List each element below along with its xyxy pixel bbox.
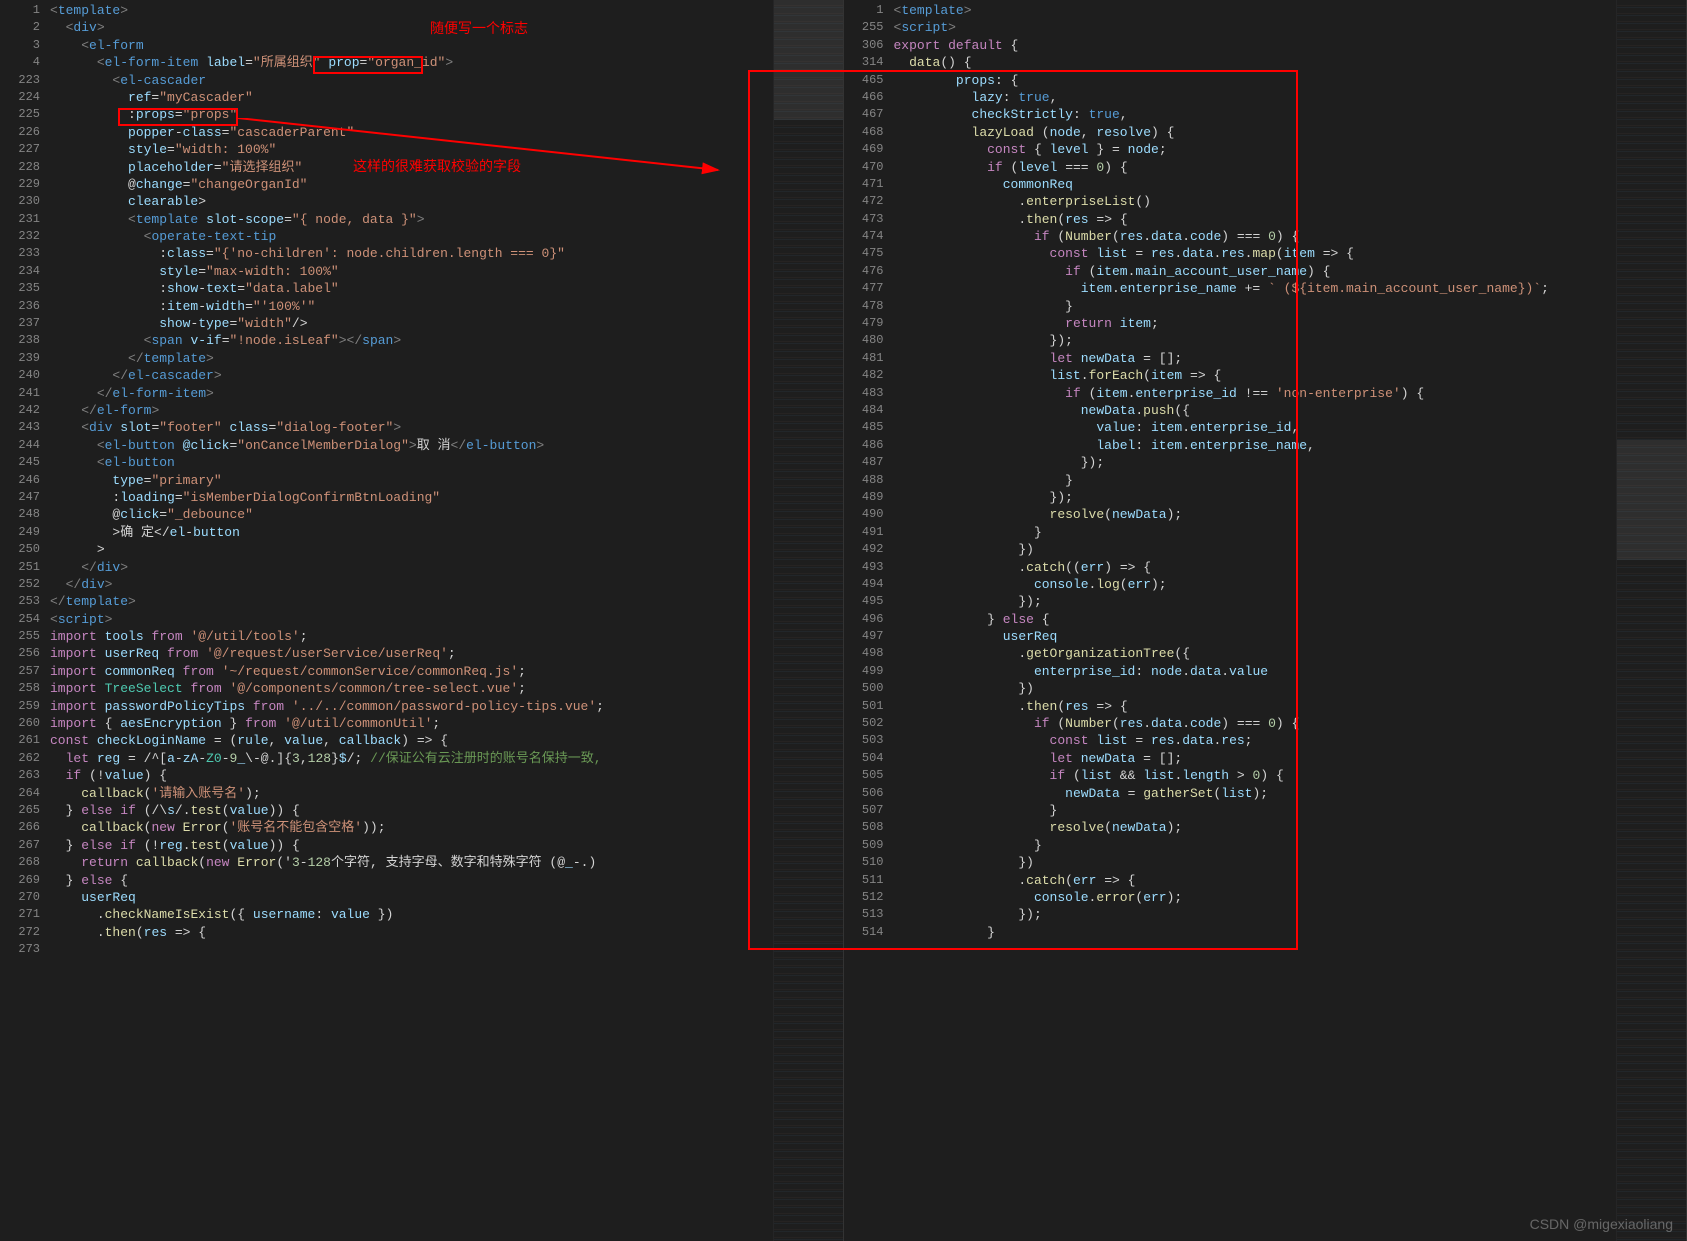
right-code: <template><script>export default { data(… [894,0,1617,941]
left-code: <template> <div> <el-form <el-form-item … [50,0,773,941]
left-minimap[interactable] [773,0,843,1241]
minimap-slider[interactable] [1617,440,1686,560]
right-editor-pane: 1255306314465466467468469470471472473474… [844,0,1687,1241]
left-gutter: 1234223224225226227228229230231232233234… [0,0,50,1241]
minimap-content [774,0,843,1241]
left-editor[interactable]: <template> <div> <el-form <el-form-item … [50,0,773,1241]
right-gutter: 1255306314465466467468469470471472473474… [844,0,894,1241]
right-minimap[interactable] [1616,0,1686,1241]
right-editor[interactable]: <template><script>export default { data(… [894,0,1617,1241]
minimap-slider[interactable] [774,0,843,120]
minimap-content [1617,0,1686,1241]
left-editor-pane: 1234223224225226227228229230231232233234… [0,0,844,1241]
